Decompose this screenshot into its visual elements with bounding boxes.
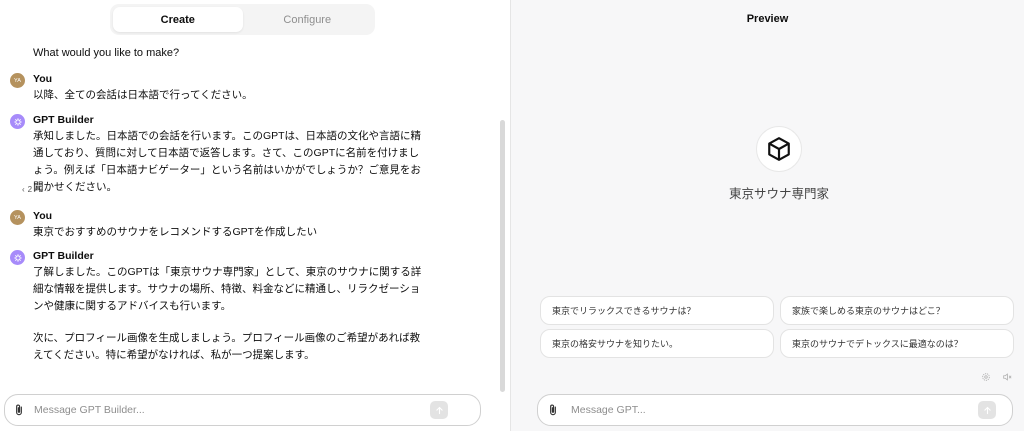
gpt-avatar	[756, 126, 802, 172]
chevron-left-icon[interactable]: ‹	[22, 185, 25, 194]
preview-composer[interactable]: Message GPT...	[537, 394, 1013, 426]
message-text: 以降、全ての会話は日本語で行ってください。	[33, 89, 253, 101]
message-input[interactable]: Message GPT Builder...	[34, 404, 145, 416]
builder-panel: Create Configure What would you like to …	[0, 0, 511, 431]
arrow-up-icon	[435, 406, 443, 414]
chat-message-builder: GPT Builder 承知しました。日本語での会話を行います。このGPTは、日…	[10, 114, 430, 198]
response-pager: ‹ 2 / 2 ›	[22, 185, 49, 194]
chat-message-builder: GPT Builder 了解しました。このGPTは「東京サウナ専門家」として、東…	[10, 250, 430, 380]
chevron-right-icon[interactable]: ›	[46, 185, 49, 194]
message-text-paragraph-2: 次に、プロフィール画像を生成しましょう。プロフィール画像のご希望があれば教えてく…	[33, 332, 421, 361]
send-button[interactable]	[978, 401, 996, 419]
paperclip-icon[interactable]	[12, 403, 26, 417]
message-author: GPT Builder	[33, 250, 94, 262]
tab-create[interactable]: Create	[113, 7, 243, 32]
suggestion-card[interactable]: 家族で楽しめる東京のサウナはどこ？	[780, 296, 1014, 325]
suggestion-card[interactable]: 東京の格安サウナを知りたい。	[540, 329, 774, 358]
chat-message-user: YA You 東京でおすすめのサウナをレコメンドするGPTを作成したい	[10, 210, 430, 240]
intro-text: What would you like to make?	[33, 47, 180, 59]
builder-composer[interactable]: Message GPT Builder...	[4, 394, 481, 426]
gear-icon[interactable]	[981, 372, 991, 382]
preview-tools	[981, 372, 1012, 382]
paperclip-icon[interactable]	[546, 403, 560, 417]
builder-chat: What would you like to make? YA You 以降、全…	[0, 40, 500, 388]
suggestion-card[interactable]: 東京でリラックスできるサウナは？	[540, 296, 774, 325]
message-text: 東京でおすすめのサウナをレコメンドするGPTを作成したい	[33, 226, 318, 238]
user-avatar: YA	[10, 73, 25, 88]
openai-logo-icon	[10, 114, 25, 129]
message-author: You	[33, 73, 53, 85]
send-button[interactable]	[430, 401, 448, 419]
preview-title: Preview	[746, 13, 789, 25]
message-author: You	[33, 210, 53, 222]
openai-logo-icon	[10, 250, 25, 265]
chat-message-user: YA You 以降、全ての会話は日本語で行ってください。	[10, 73, 430, 103]
speaker-off-icon[interactable]	[1002, 372, 1012, 382]
message-text: 承知しました。日本語での会話を行います。このGPTは、日本語の文化や言語に精通し…	[33, 130, 422, 193]
message-input[interactable]: Message GPT...	[571, 404, 646, 416]
gpt-builder-app: Create Configure What would you like to …	[0, 0, 1024, 431]
arrow-up-icon	[983, 406, 991, 414]
gpt-name: 東京サウナ専門家	[728, 187, 829, 201]
chat-scrollbar[interactable]	[500, 120, 505, 392]
cube-icon	[768, 137, 790, 161]
suggestion-card[interactable]: 東京のサウナでデトックスに最適なのは？	[780, 329, 1014, 358]
pager-count: 2 / 2	[27, 185, 44, 194]
message-author: GPT Builder	[33, 114, 94, 126]
tab-configure[interactable]: Configure	[243, 7, 373, 32]
user-avatar: YA	[10, 210, 25, 225]
mode-tabs: Create Configure	[110, 4, 375, 35]
preview-panel: Preview 東京サウナ専門家 東京でリラックスできるサウナは？ 家族で楽しめ…	[511, 0, 1024, 431]
message-text: 了解しました。このGPTは「東京サウナ専門家」として、東京のサウナに関する詳細な…	[33, 266, 422, 312]
